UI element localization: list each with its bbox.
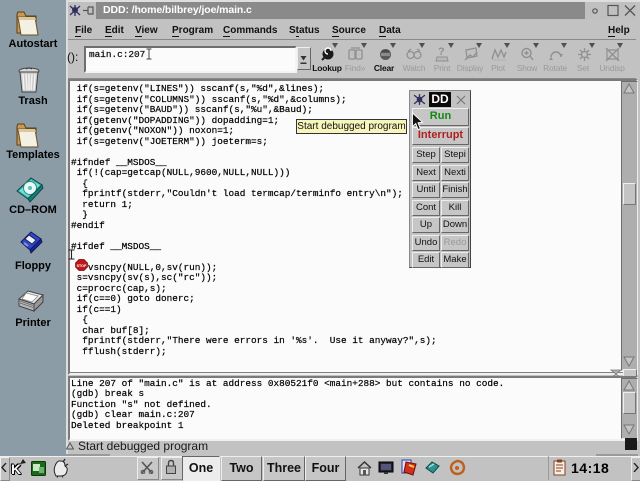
svg-text:STOP: STOP [77,264,87,268]
svg-text:?: ? [438,46,445,58]
